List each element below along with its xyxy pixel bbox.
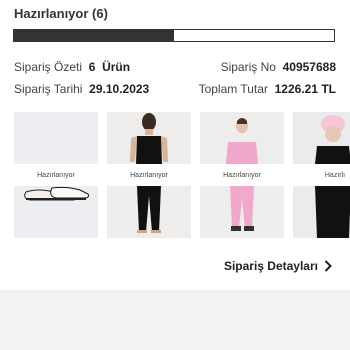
product-thumbnail[interactable]: Hazırlanıyor (200, 112, 284, 238)
order-summary: Sipariş Özeti 6 Ürün (14, 60, 130, 74)
product-thumbnail[interactable]: Hazırlanıyor (14, 112, 98, 238)
product-status-badge: Hazırlanıyor (14, 164, 98, 186)
progress-fill (14, 30, 174, 41)
product-thumbnail[interactable]: Hazırlanıyor (107, 112, 191, 238)
chevron-right-icon (324, 260, 332, 272)
order-no-label: Sipariş No (220, 60, 276, 74)
order-card: Hazırlanıyor (6) Sipariş Özeti 6 Ürün Si… (0, 0, 350, 290)
order-progress-bar (13, 29, 335, 42)
order-details-label: Sipariş Detayları (223, 259, 318, 273)
summary-label: Sipariş Özeti (14, 60, 83, 74)
order-status-title: Hazırlanıyor (6) (14, 6, 108, 21)
order-date: Sipariş Tarihi 29.10.2023 (14, 82, 149, 96)
date-total-row: Sipariş Tarihi 29.10.2023 Toplam Tutar 1… (14, 82, 336, 96)
order-details-link[interactable]: Sipariş Detayları (224, 259, 332, 273)
product-status-badge: Hazırlanıyor (107, 164, 191, 186)
total-label: Toplam Tutar (198, 82, 268, 96)
summary-row: Sipariş Özeti 6 Ürün Sipariş No 40957688 (14, 60, 336, 74)
product-thumbnail[interactable]: Hazırlı (293, 112, 350, 238)
summary-unit: Ürün (102, 60, 131, 74)
date-label: Sipariş Tarihi (14, 82, 83, 96)
order-total: Toplam Tutar 1226.21 TL (199, 82, 336, 96)
product-status-badge: Hazırlanıyor (200, 164, 284, 186)
date-value: 29.10.2023 (89, 82, 150, 96)
order-no-value: 40957688 (282, 60, 336, 74)
summary-count: 6 (88, 60, 96, 74)
product-status-badge: Hazırlı (293, 164, 350, 186)
total-value: 1226.21 TL (274, 82, 336, 96)
order-number: Sipariş No 40957688 (221, 60, 336, 74)
product-thumbnails: Hazırlanıyor Hazırlanıyor Hazırlanıyor H… (14, 112, 350, 238)
